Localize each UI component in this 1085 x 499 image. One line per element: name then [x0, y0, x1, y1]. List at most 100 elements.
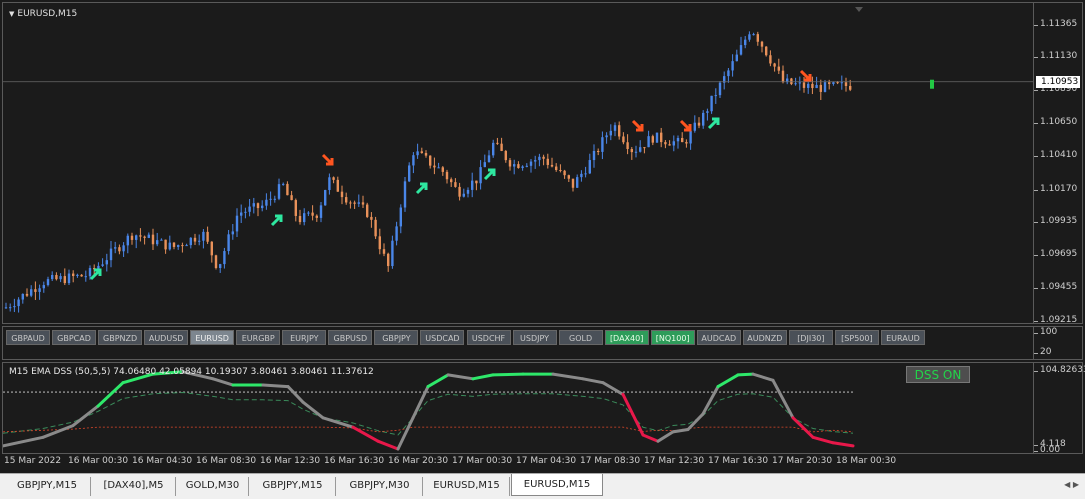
- dss-line-segment: [751, 372, 775, 382]
- chart-title: ▼ EURUSD,M15: [9, 9, 77, 19]
- price-tick: 1.09455: [1033, 281, 1078, 292]
- candle-body: [714, 95, 717, 97]
- tab-scroll-arrows-icon[interactable]: ◀ ▶: [1064, 480, 1079, 489]
- price-chart-panel[interactable]: ▼ EURUSD,M15: [2, 2, 1034, 324]
- candle-body: [324, 190, 327, 206]
- symbol-button[interactable]: GBPNZD: [98, 330, 143, 345]
- symbol-button[interactable]: USDJPY: [512, 330, 557, 345]
- candle-body: [798, 82, 801, 84]
- symbol-button[interactable]: [SP500]: [834, 330, 879, 345]
- symbol-button[interactable]: GBPUSD: [328, 330, 373, 345]
- symbol-button[interactable]: AUDNZD: [742, 330, 787, 345]
- sell-arrow-icon: [631, 119, 644, 132]
- time-tick: 16 Mar 00:30: [68, 456, 129, 466]
- price-tick: 1.10410: [1033, 150, 1078, 161]
- candle-body: [177, 245, 180, 247]
- candle-body: [366, 204, 369, 217]
- dss-line-segment: [811, 435, 835, 445]
- symbol-button[interactable]: USDCAD: [420, 330, 465, 345]
- candle-body: [462, 193, 465, 197]
- symbol-button[interactable]: GOLD: [558, 330, 603, 345]
- candle-body: [454, 182, 457, 187]
- candlestick-chart[interactable]: [3, 3, 1033, 323]
- dss-indicator-panel[interactable]: M15 EMA DSS (50,5,5) 74.06480 42.05894 1…: [2, 362, 1034, 454]
- candle-body: [181, 245, 184, 247]
- chart-tab[interactable]: EURUSD,M15: [511, 474, 603, 496]
- buy-arrow-icon: [89, 268, 102, 281]
- candle-body: [769, 55, 772, 64]
- candle-body: [227, 234, 230, 252]
- candle-body: [168, 242, 171, 250]
- dss-line-segment: [641, 433, 660, 443]
- candle-body: [198, 240, 201, 242]
- symbol-button[interactable]: GBPAUD: [6, 330, 50, 345]
- symbol-button[interactable]: EURJPY: [282, 330, 327, 345]
- candle-body: [815, 84, 818, 89]
- candle-body: [660, 132, 663, 143]
- candle-body: [626, 142, 629, 150]
- symbol-button[interactable]: [NQ100]: [650, 330, 695, 345]
- time-tick: 17 Mar 08:30: [580, 456, 641, 466]
- chart-tab[interactable]: EURUSD,M15: [424, 477, 510, 496]
- symbol-button[interactable]: GBPCAD: [52, 330, 97, 345]
- symbol-button[interactable]: [DJI30]: [788, 330, 833, 345]
- candle-body: [105, 260, 108, 265]
- candle-body: [55, 275, 58, 280]
- candle-body: [189, 237, 192, 246]
- candle-body: [744, 39, 747, 46]
- candle-body: [88, 268, 92, 277]
- price-scale[interactable]: 1.11365 1.11130 1.10890 1.10650 1.10410 1.101…: [1033, 2, 1083, 325]
- time-tick: 17 Mar 04:30: [516, 456, 577, 466]
- dss-line-segment: [376, 439, 400, 451]
- dss-line-segment: [491, 372, 525, 377]
- symbol-button[interactable]: AUDCAD: [696, 330, 741, 345]
- candle-body: [710, 95, 713, 112]
- candle-body: [542, 156, 545, 159]
- candle-body: [609, 130, 612, 136]
- time-tick: 16 Mar 12:30: [260, 456, 321, 466]
- chart-tab[interactable]: GOLD,M30: [177, 477, 249, 496]
- candle-body: [735, 54, 738, 62]
- symbol-button[interactable]: USDCHF: [466, 330, 511, 345]
- price-tick: 1.09215: [1033, 315, 1078, 325]
- lower-level-line: [3, 426, 854, 433]
- symbol-button[interactable]: EURAUD: [880, 330, 925, 345]
- time-axis[interactable]: 15 Mar 2022 16 Mar 00:30 16 Mar 04:30 16 Ma…: [2, 454, 1034, 471]
- dss-line-segment: [581, 377, 605, 385]
- candle-body: [676, 137, 680, 142]
- chart-tab[interactable]: GBPJPY,M15: [4, 477, 91, 496]
- price-tick: 1.09935: [1033, 215, 1078, 226]
- symbol-button[interactable]: EURGBP: [236, 330, 281, 345]
- candle-body: [248, 206, 251, 212]
- chevron-down-icon[interactable]: ▼: [9, 10, 14, 18]
- symbol-button[interactable]: EURUSD: [190, 330, 235, 345]
- candle-body: [643, 147, 646, 149]
- candle-body: [479, 167, 482, 184]
- candle-body: [424, 153, 428, 156]
- candle-body: [160, 239, 163, 241]
- candle-body: [139, 235, 142, 237]
- candle-body: [42, 285, 45, 289]
- chart-tab[interactable]: GBPJPY,M15: [250, 477, 336, 496]
- dss-line-segment: [671, 428, 690, 434]
- time-tick: 17 Mar 16:30: [708, 456, 769, 466]
- dss-line-segment: [791, 416, 815, 439]
- candle-body: [126, 235, 129, 246]
- dss-on-button[interactable]: DSS ON: [906, 366, 970, 383]
- symbol-button[interactable]: [DAX40]: [604, 330, 649, 345]
- candle-body: [298, 215, 302, 223]
- candle-body: [458, 186, 461, 197]
- dss-line-segment: [701, 385, 720, 416]
- symbol-button[interactable]: AUDUSD: [144, 330, 189, 345]
- candle-body: [613, 125, 617, 131]
- symbol-button[interactable]: GBPJPY: [374, 330, 419, 345]
- candle-body: [80, 274, 83, 277]
- candle-body: [634, 151, 638, 153]
- candle-body: [416, 151, 419, 156]
- indicator-scale[interactable]: 104.82633 4.118 0.00: [1033, 362, 1085, 455]
- chart-tab[interactable]: [DAX40],M5: [92, 477, 176, 496]
- candle-body: [307, 212, 310, 214]
- chart-tab[interactable]: GBPJPY,M30: [337, 477, 423, 496]
- candle-body: [290, 195, 293, 201]
- candle-body: [433, 165, 436, 168]
